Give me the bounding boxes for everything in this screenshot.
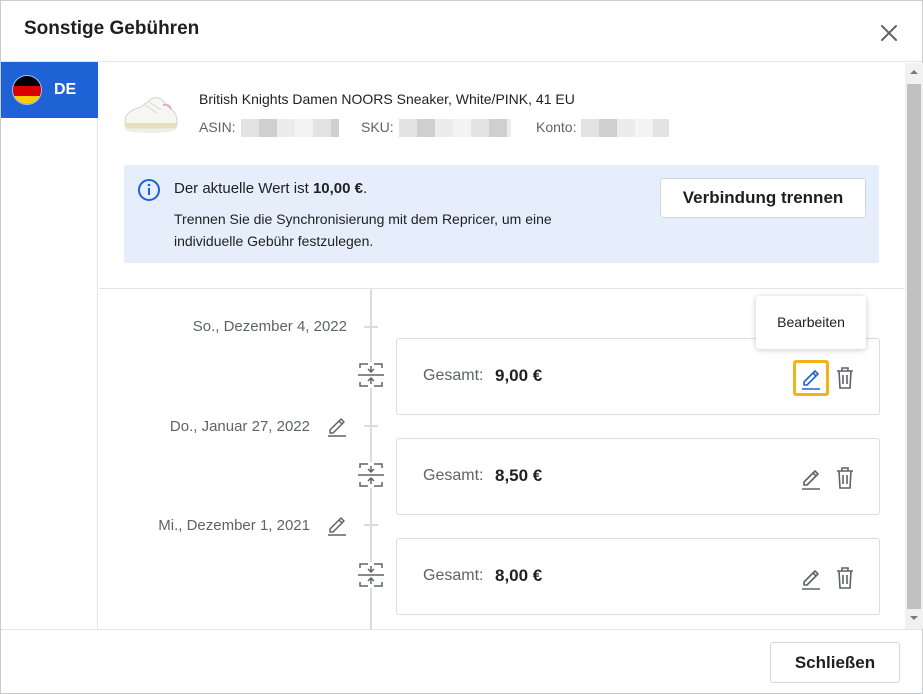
- konto-label: Konto:: [536, 119, 577, 135]
- timeline-tick: [364, 524, 378, 526]
- edit-date-pencil-icon[interactable]: [326, 415, 348, 437]
- edit-pencil-icon[interactable]: [795, 462, 827, 494]
- marketplace-tab-de[interactable]: DE: [1, 62, 98, 118]
- close-button[interactable]: Schließen: [770, 642, 900, 683]
- fee-total-label: Gesamt:: [423, 467, 484, 484]
- product-asin: ASIN:: [199, 119, 339, 138]
- marketplace-sidebar: DE: [1, 62, 98, 629]
- current-value-suffix: .: [362, 180, 368, 197]
- main-content: British Knights Damen NOORS Sneaker, Whi…: [99, 63, 905, 629]
- info-icon: [137, 178, 161, 202]
- marketplace-tab-label: DE: [54, 81, 77, 98]
- product-image: [121, 91, 179, 135]
- scroll-up-arrow-icon[interactable]: [905, 63, 923, 81]
- other-fees-dialog: Sonstige Gebühren DE British Knights Dam…: [0, 0, 923, 694]
- timeline-tick: [364, 425, 378, 427]
- disconnect-button[interactable]: Verbindung trennen: [660, 178, 866, 218]
- fee-total-value: 9,00 €: [495, 366, 543, 385]
- timeline-tick: [364, 326, 378, 328]
- timeline-date: Mi., Dezember 1, 2021: [158, 517, 310, 534]
- fee-entry-card: Gesamt: 8,00 €: [396, 538, 880, 615]
- sync-description: Trennen Sie die Synchronisierung mit dem…: [174, 211, 552, 249]
- germany-flag-icon: [12, 75, 42, 105]
- split-period-icon[interactable]: [358, 362, 384, 388]
- fee-total-value: 8,50 €: [495, 466, 543, 485]
- sku-redacted-value: [398, 119, 511, 138]
- vertical-scrollbar[interactable]: [905, 63, 923, 629]
- scrollbar-thumb[interactable]: [907, 84, 921, 609]
- asin-label: ASIN:: [199, 119, 236, 135]
- current-value: 10,00 €: [312, 180, 363, 197]
- edit-date-pencil-icon[interactable]: [326, 514, 348, 536]
- trash-icon[interactable]: [833, 365, 857, 391]
- fee-total-label: Gesamt:: [423, 367, 484, 384]
- fee-entry-card: Gesamt: 8,50 €: [396, 438, 880, 515]
- fee-total-value: 8,00 €: [495, 566, 543, 585]
- close-icon[interactable]: [875, 19, 903, 47]
- sku-label: SKU:: [361, 119, 394, 135]
- asin-redacted-value: [240, 119, 339, 138]
- section-divider: [99, 288, 905, 289]
- dialog-title: Sonstige Gebühren: [24, 18, 200, 39]
- konto-redacted-value: [581, 119, 670, 138]
- trash-icon[interactable]: [833, 565, 857, 591]
- product-account: Konto:: [536, 119, 670, 138]
- split-period-icon[interactable]: [358, 462, 384, 488]
- current-value-text: Der aktuelle Wert ist 10,00 €.: [174, 180, 367, 197]
- product-title: British Knights Damen NOORS Sneaker, Whi…: [199, 91, 575, 107]
- edit-tooltip: Bearbeiten: [756, 296, 866, 349]
- edit-pencil-icon[interactable]: [793, 360, 829, 396]
- timeline-date: So., Dezember 4, 2022: [192, 318, 347, 335]
- fee-entry-card: Gesamt: 9,00 €: [396, 338, 880, 415]
- edit-pencil-icon[interactable]: [795, 562, 827, 594]
- scroll-down-arrow-icon[interactable]: [905, 609, 923, 627]
- dialog-header: Sonstige Gebühren: [1, 1, 922, 62]
- trash-icon[interactable]: [833, 465, 857, 491]
- repricer-sync-info: Der aktuelle Wert ist 10,00 €. Trennen S…: [124, 165, 879, 263]
- current-value-prefix: Der aktuelle Wert ist: [174, 180, 309, 197]
- split-period-icon[interactable]: [358, 562, 384, 588]
- product-sku: SKU:: [361, 119, 511, 138]
- dialog-footer: Schließen: [1, 629, 922, 693]
- fee-total-label: Gesamt:: [423, 567, 484, 584]
- timeline-date: Do., Januar 27, 2022: [169, 418, 310, 435]
